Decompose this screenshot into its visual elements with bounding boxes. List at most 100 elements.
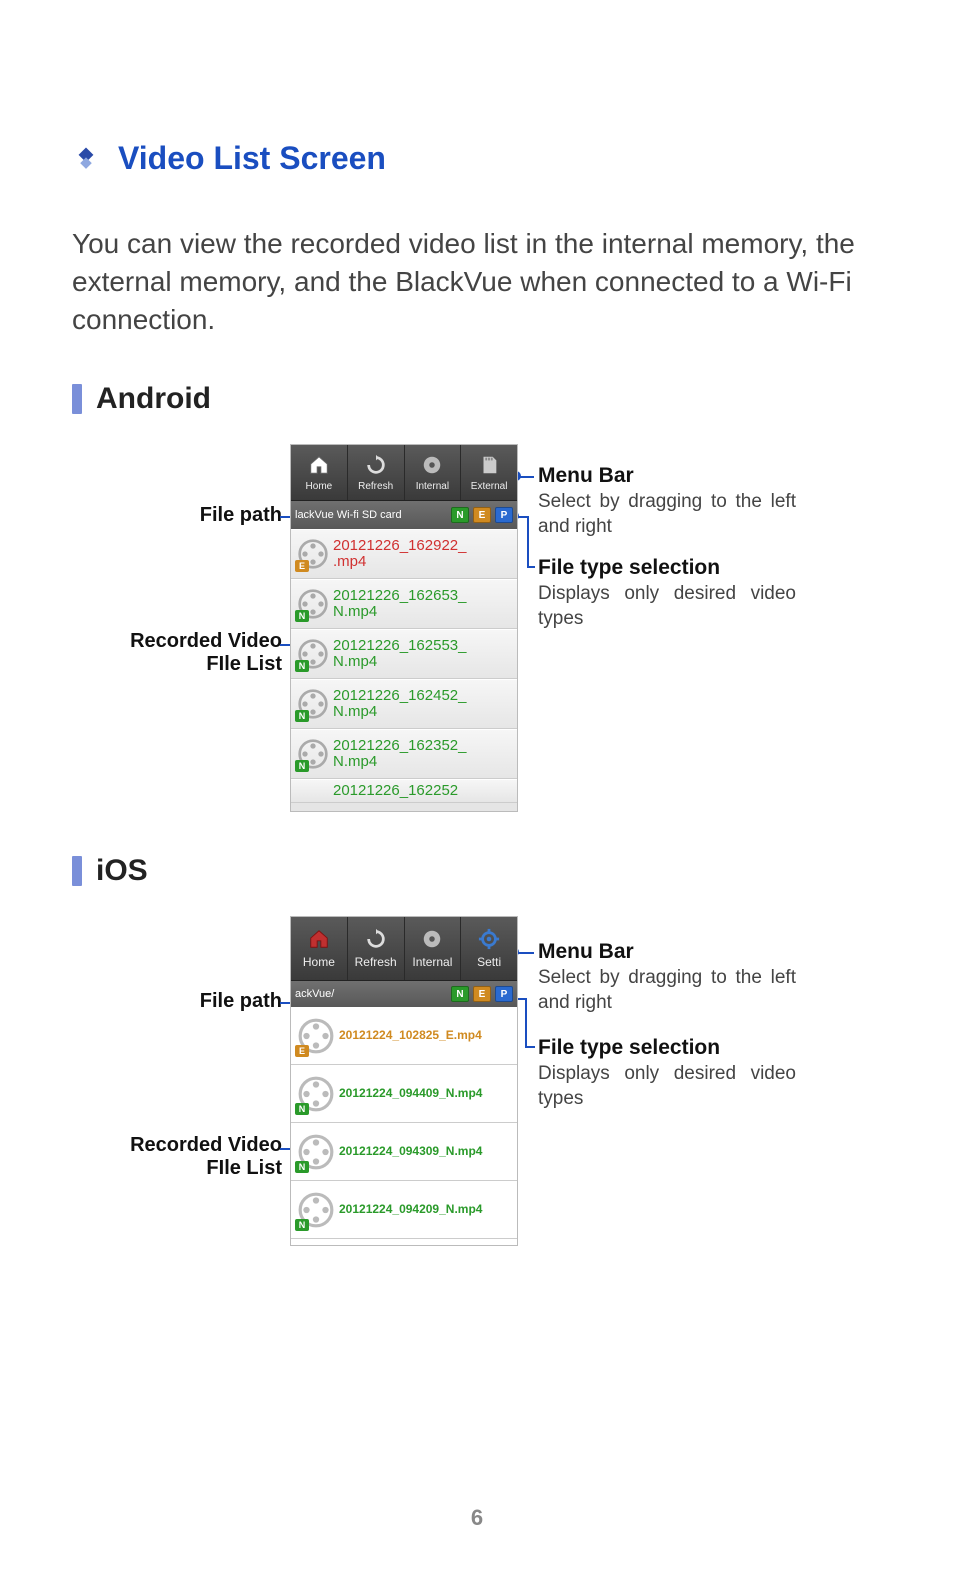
label-menu-bar-body: Select by dragging to the left and right xyxy=(538,490,796,539)
label-menu-bar-title: Menu Bar xyxy=(538,464,634,488)
page-number: 6 xyxy=(0,1505,954,1531)
callout-line xyxy=(516,476,534,478)
film-reel-icon: N xyxy=(297,738,329,770)
badge-n: N xyxy=(295,610,309,622)
chip-e[interactable]: E xyxy=(473,986,491,1002)
label-file-path: File path xyxy=(200,504,282,527)
label-menu-bar-body: Select by dragging to the left and right xyxy=(538,966,796,1015)
list-item[interactable]: N 20121226_162452_N.mp4 xyxy=(291,679,517,729)
chip-n[interactable]: N xyxy=(451,986,469,1002)
tab-internal[interactable]: Internal xyxy=(405,445,462,500)
label-recorded-list-l1: Recorded Video xyxy=(130,1134,282,1157)
tab-home-label: Home xyxy=(306,481,333,492)
tab-refresh-label: Refresh xyxy=(355,955,397,969)
label-recorded-list: Recorded Video FIle List xyxy=(130,630,282,676)
chip-p[interactable]: P xyxy=(495,507,513,523)
list-item[interactable]: N 20121224_094409_N.mp4 xyxy=(291,1065,517,1123)
sd-card-icon xyxy=(478,454,500,479)
heading-bar-icon xyxy=(72,856,82,886)
tab-refresh[interactable]: Refresh xyxy=(348,917,405,980)
file-name: 20121226_162252 xyxy=(333,783,458,800)
label-file-type-body: Displays only desired video types xyxy=(538,582,796,631)
list-item[interactable]: N 20121226_162553_N.mp4 xyxy=(291,629,517,679)
chip-n[interactable]: N xyxy=(451,507,469,523)
ios-screenshot: Home Refresh Internal Setti ackVue/ N E … xyxy=(290,916,518,1246)
disc-icon xyxy=(421,454,443,479)
badge-n: N xyxy=(295,1161,309,1173)
badge-e: E xyxy=(295,1045,309,1057)
label-file-type-body: Displays only desired video types xyxy=(538,1062,796,1111)
intro-paragraph: You can view the recorded video list in … xyxy=(72,225,882,338)
chip-e[interactable]: E xyxy=(473,507,491,523)
refresh-icon xyxy=(365,928,387,953)
home-icon xyxy=(308,928,330,953)
refresh-icon xyxy=(365,454,387,479)
list-item[interactable]: N 20121224_094309_N.mp4 xyxy=(291,1123,517,1181)
tab-refresh[interactable]: Refresh xyxy=(348,445,405,500)
tab-internal[interactable]: Internal xyxy=(405,917,462,980)
android-screenshot: Home Refresh Internal External lackVue W… xyxy=(290,444,518,812)
file-name: 20121224_094409_N.mp4 xyxy=(339,1087,482,1100)
gear-icon xyxy=(478,928,500,953)
file-list[interactable]: E 20121224_102825_E.mp4 N 20121224_09440… xyxy=(291,1007,517,1246)
tab-external[interactable]: External xyxy=(461,445,517,500)
path-bar: ackVue/ N E P xyxy=(291,981,517,1007)
file-name: 20121226_162452_N.mp4 xyxy=(333,688,466,721)
film-reel-icon: N xyxy=(297,588,329,620)
film-reel-icon: N xyxy=(297,638,329,670)
badge-n: N xyxy=(295,1103,309,1115)
ios-diagram: File path Recorded Video FIle List Menu … xyxy=(72,916,882,1256)
android-heading-row: Android xyxy=(72,382,882,416)
tab-home-label: Home xyxy=(303,955,335,969)
chip-p[interactable]: P xyxy=(495,986,513,1002)
disc-icon xyxy=(421,928,443,953)
label-file-path: File path xyxy=(200,990,282,1013)
menu-bar[interactable]: Home Refresh Internal External xyxy=(291,445,517,501)
file-name: 20121226_162922_.mp4 xyxy=(333,538,466,571)
ios-heading: iOS xyxy=(96,854,148,888)
film-reel-icon: E xyxy=(297,538,329,570)
list-item[interactable]: E 20121224_102825_E.mp4 xyxy=(291,1007,517,1065)
callout-line xyxy=(527,516,529,566)
label-file-type-title: File type selection xyxy=(538,1036,720,1060)
badge-n: N xyxy=(295,760,309,772)
label-menu-bar-title: Menu Bar xyxy=(538,940,634,964)
tab-home[interactable]: Home xyxy=(291,917,348,980)
list-item[interactable]: 20121226_162252 xyxy=(291,779,517,803)
label-recorded-list: Recorded Video FIle List xyxy=(130,1134,282,1180)
menu-bar[interactable]: Home Refresh Internal Setti xyxy=(291,917,517,981)
diamond-bullet-icon xyxy=(72,145,100,173)
list-item[interactable]: N 20121226_162653_N.mp4 xyxy=(291,579,517,629)
file-name: 20121226_162352_N.mp4 xyxy=(333,738,466,771)
tab-external-label: External xyxy=(471,481,508,492)
tab-settings[interactable]: Setti xyxy=(461,917,517,980)
list-item[interactable]: E 20121226_162922_.mp4 xyxy=(291,529,517,579)
badge-e: E xyxy=(295,560,309,572)
list-item[interactable]: N 20121224_094209_N.mp4 xyxy=(291,1181,517,1239)
film-reel-icon: N xyxy=(297,1191,335,1229)
android-diagram: File path Recorded Video FIle List Menu … xyxy=(72,444,882,814)
file-path-text: lackVue Wi-fi SD card xyxy=(295,509,447,521)
label-recorded-list-l2: FIle List xyxy=(130,1157,282,1180)
path-bar: lackVue Wi-fi SD card N E P xyxy=(291,501,517,529)
file-name: 20121226_162653_N.mp4 xyxy=(333,588,466,621)
tab-internal-label: Internal xyxy=(416,481,449,492)
home-icon xyxy=(308,454,330,479)
film-reel-icon xyxy=(297,779,329,803)
film-reel-icon: N xyxy=(297,1133,335,1171)
film-reel-icon: N xyxy=(297,688,329,720)
film-reel-icon: E xyxy=(297,1017,335,1055)
file-list[interactable]: E 20121226_162922_.mp4 N 20121226_162653… xyxy=(291,529,517,803)
callout-line xyxy=(525,998,527,1046)
list-item[interactable]: N 20121226_162352_N.mp4 xyxy=(291,729,517,779)
list-item[interactable]: 20121224_094109_N.mp4 xyxy=(291,1239,517,1246)
file-path-text: ackVue/ xyxy=(295,988,447,1000)
label-recorded-list-l2: FIle List xyxy=(130,653,282,676)
badge-n: N xyxy=(295,1219,309,1231)
label-recorded-list-l1: Recorded Video xyxy=(130,630,282,653)
section-title: Video List Screen xyxy=(118,140,386,177)
tab-home[interactable]: Home xyxy=(291,445,348,500)
file-name: 20121224_094309_N.mp4 xyxy=(339,1145,482,1158)
film-reel-icon: N xyxy=(297,1075,335,1113)
tab-refresh-label: Refresh xyxy=(358,481,393,492)
